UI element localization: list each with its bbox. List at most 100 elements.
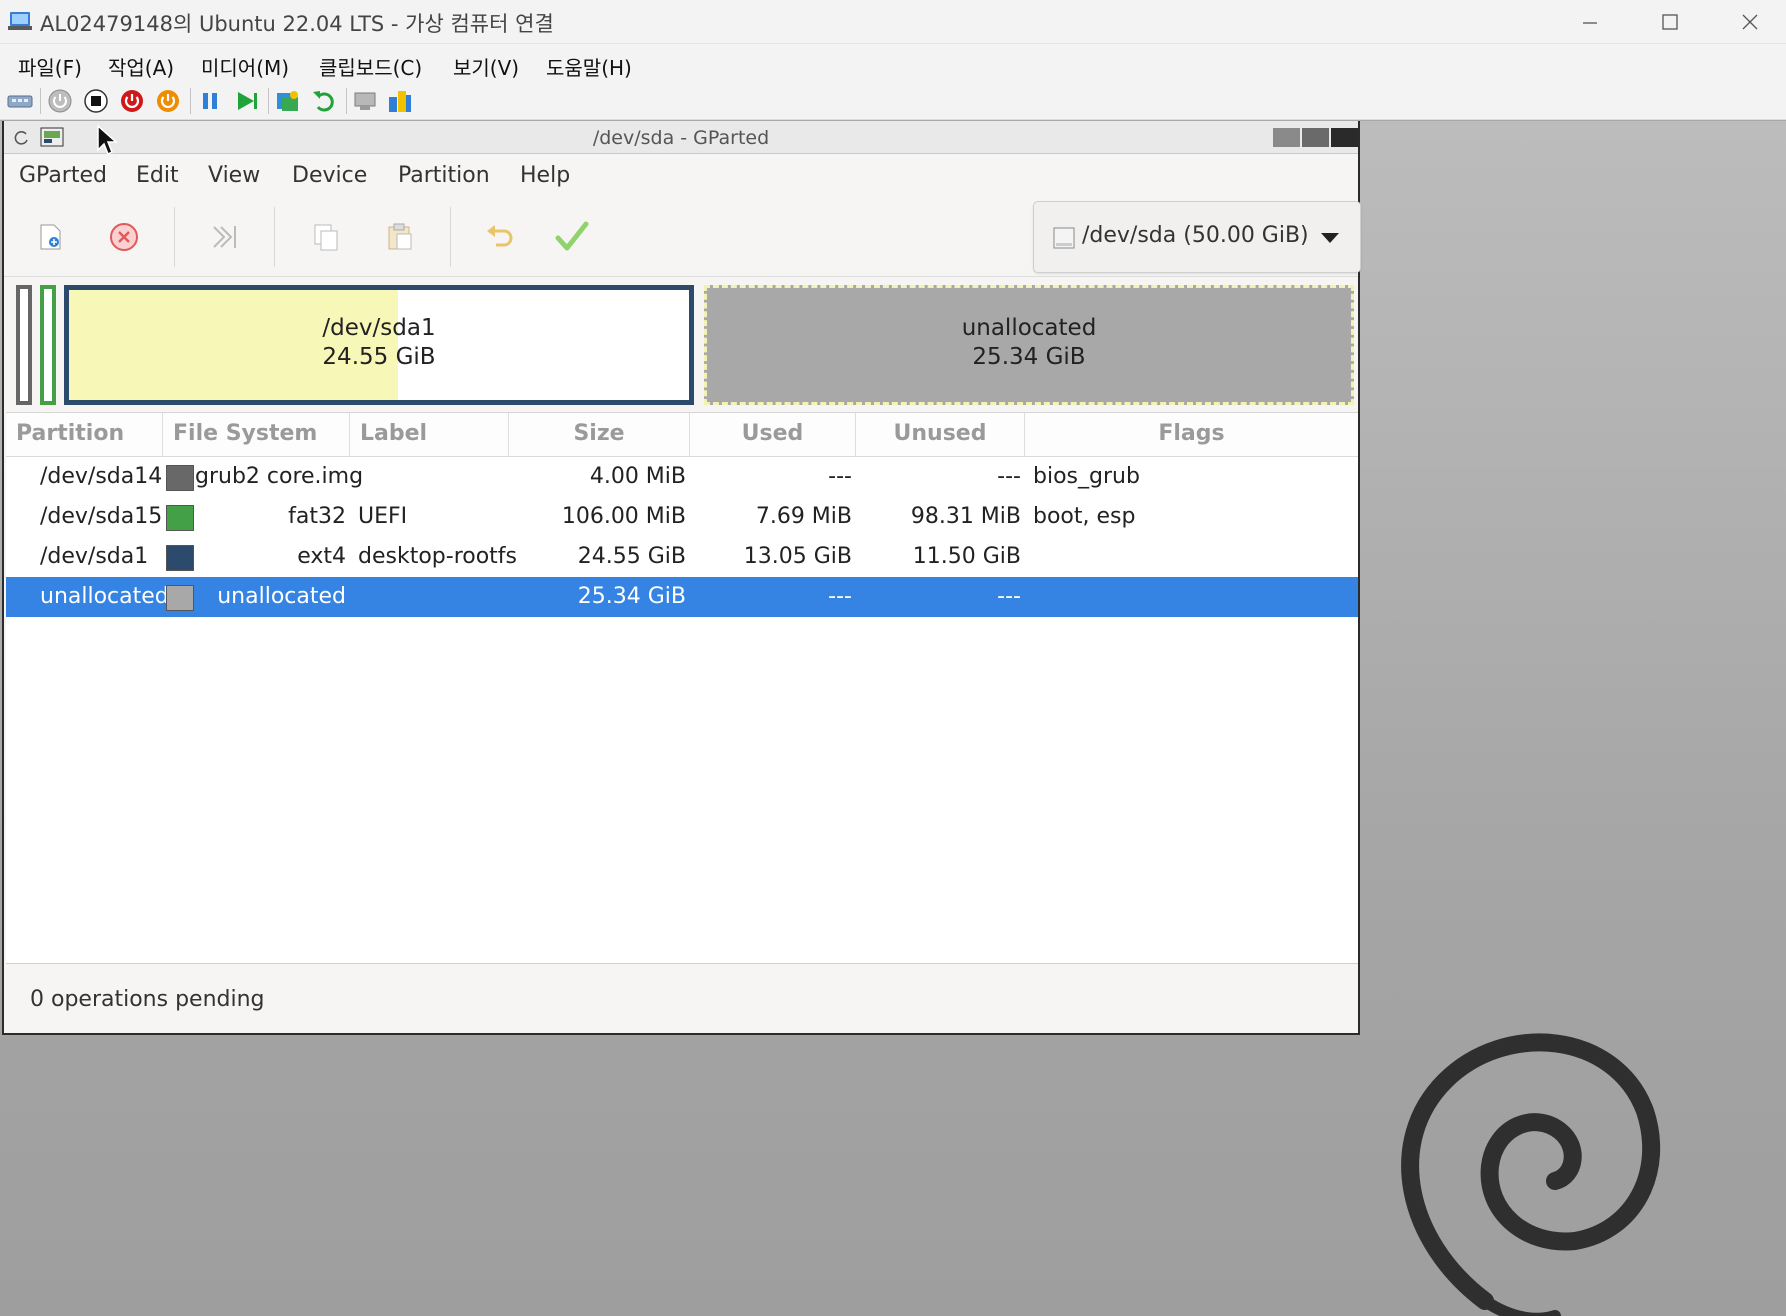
apply-check-icon [555,221,589,251]
table-row-sda15[interactable]: /dev/sda15 fat32 UEFI 106.00 MiB 7.69 Mi… [6,497,1358,537]
cell-label: desktop-rootfs [358,544,518,569]
map-block-sda14[interactable] [16,285,32,405]
shut-down-icon[interactable] [118,87,146,115]
paste-button[interactable] [380,217,420,257]
cell-unused: --- [997,464,1021,489]
table-row-sda1[interactable]: /dev/sda1 ext4 desktop-rootfs 24.55 GiB … [6,537,1358,577]
gparted-window: /dev/sda - GParted GParted Edit View Dev… [2,121,1361,1035]
fs-color-swatch [166,505,194,531]
cell-used: 13.05 GiB [743,544,852,569]
host-menu-view[interactable]: 보기(V) [453,52,519,81]
device-selector[interactable]: /dev/sda (50.00 GiB) [1033,201,1361,273]
undo-icon [487,225,513,247]
partition-table: Partition File System Label Size Used Un… [6,412,1358,964]
close-button[interactable] [1710,4,1786,40]
cell-unused: 98.31 MiB [910,504,1021,529]
menu-view[interactable]: View [208,163,260,188]
copy-button[interactable] [306,217,346,257]
map-unalloc-size: 25.34 GiB [972,344,1086,370]
resume-icon[interactable] [232,87,260,115]
cell-fs: ext4 [297,544,346,569]
checkpoint-icon[interactable] [274,87,302,115]
turn-off-icon[interactable] [82,87,110,115]
chevron-down-icon [1321,233,1339,243]
cell-used: --- [828,464,852,489]
wm-maximize-button[interactable] [1302,128,1329,147]
menu-edit[interactable]: Edit [136,163,179,188]
delete-partition-button[interactable] [104,217,144,257]
pause-icon[interactable] [196,87,224,115]
map-sda1-size: 24.55 GiB [322,344,436,370]
cell-size: 106.00 MiB [561,504,686,529]
ctrl-alt-del-icon[interactable] [6,87,34,115]
col-label[interactable]: Label [350,413,509,457]
cell-used: --- [828,584,852,609]
maximize-button[interactable] [1630,4,1710,40]
host-menu-clipboard[interactable]: 클립보드(C) [319,52,422,81]
cell-unused: --- [997,584,1021,609]
cell-fs: grub2 core.img [195,464,364,489]
cell-fs: fat32 [288,504,346,529]
menu-partition[interactable]: Partition [398,163,490,188]
host-titlebar: AL02479148의 Ubuntu 22.04 LTS - 가상 컴퓨터 연결 [0,0,1786,44]
col-file-system[interactable]: File System [163,413,350,457]
table-row-unallocated[interactable]: unallocated unallocated 25.34 GiB --- --… [6,577,1358,617]
cell-size: 24.55 GiB [577,544,686,569]
host-toolbar [0,82,1786,120]
fs-color-swatch [166,585,194,611]
col-used[interactable]: Used [690,413,856,457]
share-icon[interactable] [386,87,414,115]
cell-partition: /dev/sda14 [40,464,163,489]
new-partition-button[interactable] [30,217,70,257]
table-header: Partition File System Label Size Used Un… [6,413,1358,457]
map-block-sda1[interactable]: /dev/sda1 24.55 GiB [64,285,694,405]
undo-button[interactable] [480,217,520,257]
debian-swirl-logo [1401,1033,1661,1316]
cell-partition: /dev/sda15 [40,504,163,529]
map-block-sda15[interactable] [40,285,56,405]
cell-size: 25.34 GiB [577,584,686,609]
col-size[interactable]: Size [509,413,690,457]
cell-label: UEFI [358,504,408,529]
paste-icon [388,223,412,250]
cell-size: 4.00 MiB [589,464,686,489]
gparted-menubar: GParted Edit View Device Partition Help [4,155,1358,197]
resize-move-button[interactable] [204,217,244,257]
gparted-window-title: /dev/sda - GParted [592,127,770,149]
host-menu-help[interactable]: 도움말(H) [546,52,632,81]
revert-icon[interactable] [310,87,338,115]
host-menu-file[interactable]: 파일(F) [18,52,82,81]
start-icon[interactable] [46,87,74,115]
cell-used: 7.69 MiB [755,504,852,529]
resize-move-icon [213,226,236,248]
col-partition[interactable]: Partition [6,413,163,457]
operations-pending-status: 0 operations pending [30,987,265,1012]
host-menu-action[interactable]: 작업(A) [108,52,174,81]
status-bar: 0 operations pending [6,964,1358,1031]
minimize-icon [1583,22,1597,24]
minimize-button[interactable] [1550,4,1630,40]
power-icon[interactable] [154,87,182,115]
menu-help[interactable]: Help [520,163,570,188]
device-label: /dev/sda (50.00 GiB) [1082,223,1309,248]
partition-map: /dev/sda1 24.55 GiB unallocated 25.34 Gi… [12,283,1354,407]
col-flags[interactable]: Flags [1025,413,1358,457]
enhanced-session-icon[interactable] [352,87,380,115]
col-unused[interactable]: Unused [856,413,1025,457]
menu-gparted[interactable]: GParted [19,163,107,188]
cell-partition: unallocated [40,584,169,609]
map-block-unallocated[interactable]: unallocated 25.34 GiB [704,285,1354,405]
disk-icon [1053,227,1075,249]
delete-icon [110,223,138,251]
wm-close-button[interactable] [1331,128,1358,147]
host-window-title: AL02479148의 Ubuntu 22.04 LTS - 가상 컴퓨터 연결 [40,12,554,36]
new-partition-icon [40,224,61,250]
map-unalloc-name: unallocated [961,315,1097,341]
apply-button[interactable] [552,217,592,257]
cell-unused: 11.50 GiB [912,544,1021,569]
wm-minimize-button[interactable] [1273,128,1300,147]
table-row-sda14[interactable]: /dev/sda14 grub2 core.img 4.00 MiB --- -… [6,457,1358,497]
host-menu-media[interactable]: 미디어(M) [201,52,289,81]
cell-fs: unallocated [217,584,346,609]
menu-device[interactable]: Device [292,163,367,188]
